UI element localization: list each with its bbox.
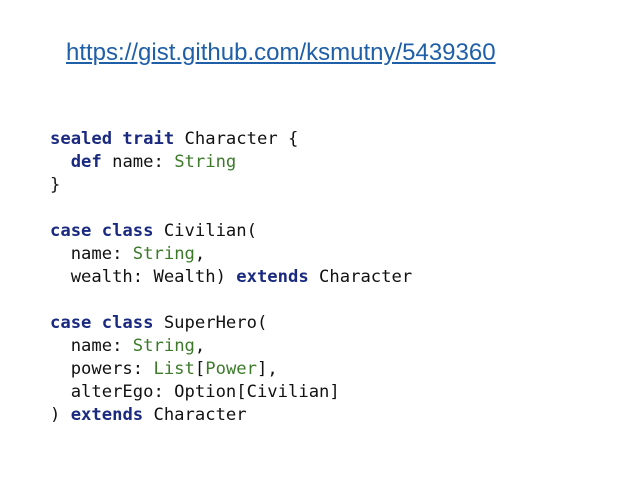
code-text: name: xyxy=(50,336,133,356)
code-type: String xyxy=(174,152,237,172)
code-line: alterEgo: Option[Civilian] xyxy=(50,381,412,404)
code-type: String xyxy=(132,336,195,356)
code-line: powers: List[Power], xyxy=(50,358,412,381)
code-line: case class Civilian( xyxy=(50,220,412,243)
gist-link[interactable]: https://gist.github.com/ksmutny/5439360 xyxy=(66,38,496,68)
code-text: wealth: Wealth) xyxy=(50,267,237,287)
code-line: name: String, xyxy=(50,335,412,358)
code-text: alterEgo: Option[Civilian] xyxy=(50,382,340,402)
code-text: , xyxy=(194,244,206,264)
code-line: wealth: Wealth) extends Character xyxy=(50,266,413,289)
code-text: name: xyxy=(101,152,175,172)
code-keyword: case class xyxy=(50,313,154,333)
code-line: } xyxy=(50,174,412,197)
code-keyword: extends xyxy=(236,267,309,287)
code-keyword: def xyxy=(70,152,102,172)
code-text: , xyxy=(194,336,206,356)
code-line: name: String, xyxy=(50,243,412,266)
code-keyword: extends xyxy=(70,405,144,425)
slide: https://gist.github.com/ksmutny/5439360 … xyxy=(0,0,638,479)
code-keyword: sealed trait xyxy=(50,129,175,149)
code-text: [ xyxy=(194,359,206,379)
code-text: SuperHero( xyxy=(153,313,268,333)
code-text: ) xyxy=(50,405,71,425)
code-line: def name: String xyxy=(50,151,412,174)
code-text: Character xyxy=(308,267,413,287)
code-text: Civilian( xyxy=(153,221,257,241)
code-line: case class SuperHero( xyxy=(50,312,412,335)
code-line: ) extends Character xyxy=(50,404,412,427)
code-text: } xyxy=(50,175,61,195)
code-type: String xyxy=(132,244,195,264)
code-type: List xyxy=(153,359,195,379)
code-text: name: xyxy=(50,244,133,264)
code-line: sealed trait Character { xyxy=(50,128,412,151)
code-block: sealed trait Character { def name: Strin… xyxy=(50,128,412,427)
code-type: Power xyxy=(205,359,257,379)
code-keyword: case class xyxy=(50,221,154,241)
code-text: ], xyxy=(257,359,278,379)
code-text: Character xyxy=(143,405,247,425)
code-text: powers: xyxy=(50,359,154,379)
code-text: Character { xyxy=(174,129,299,149)
